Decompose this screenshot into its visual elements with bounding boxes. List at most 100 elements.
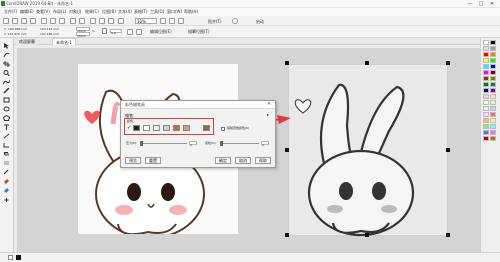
menu-edit[interactable]: 编辑(E) [20, 9, 34, 15]
selection-handle-top-left[interactable] [285, 61, 289, 65]
dialog-expand-icon[interactable]: ▸ [267, 112, 269, 117]
keep-original-checkbox[interactable] [221, 127, 225, 131]
menu-object[interactable]: 对象(J) [69, 9, 81, 15]
transparency-tool-icon[interactable] [3, 160, 10, 166]
menu-file[interactable]: 文件(F) [4, 9, 17, 15]
redo-icon[interactable] [79, 18, 85, 24]
palette-swatch[interactable] [490, 118, 496, 123]
palette-swatch[interactable] [490, 88, 496, 93]
palette-swatch[interactable] [490, 58, 496, 63]
rotation-field[interactable]: 0.0 [110, 29, 122, 35]
paste-icon[interactable] [59, 18, 65, 24]
cut-icon[interactable] [41, 18, 47, 24]
preview-button[interactable]: 预览 [125, 157, 141, 164]
palette-swatch[interactable] [490, 82, 496, 87]
palette-swatch[interactable] [483, 70, 489, 75]
options-gear-icon[interactable] [232, 18, 238, 24]
palette-swatch[interactable] [490, 124, 496, 129]
pressure-slider-track[interactable] [141, 143, 187, 144]
menu-layout[interactable]: 布局(L) [53, 9, 66, 15]
ok-button[interactable]: 确定 [215, 157, 231, 164]
edit-bitmap-button[interactable]: 编辑位图(E) [150, 29, 172, 35]
menu-text[interactable]: 文本(X) [118, 9, 132, 15]
palette-swatch[interactable] [483, 40, 489, 45]
connector-tool-icon[interactable] [3, 142, 10, 148]
mirror-horizontal-icon[interactable] [127, 29, 133, 35]
search-icon[interactable] [90, 18, 96, 24]
outline-slider-track[interactable] [221, 143, 259, 144]
palette-swatch[interactable] [490, 100, 496, 105]
palette-swatch[interactable] [483, 124, 489, 129]
text-tool-icon[interactable] [3, 124, 10, 130]
reset-button[interactable]: 重置 [145, 157, 161, 164]
pdf-icon[interactable] [118, 18, 124, 24]
open-folder-icon[interactable] [12, 18, 18, 24]
rectangle-tool-icon[interactable] [3, 97, 10, 103]
dialog-close-icon[interactable]: ✕ [267, 101, 271, 107]
copy-icon[interactable] [50, 18, 56, 24]
crop-tool-icon[interactable] [3, 61, 10, 67]
color-chip-2[interactable] [143, 125, 150, 131]
pressure-input[interactable]: 0 [189, 141, 197, 147]
y-position-field[interactable]: Y: 132.478 mm [4, 32, 27, 36]
snap-to-menu[interactable]: 贴齐(T) [208, 19, 222, 25]
palette-swatch[interactable] [483, 46, 489, 51]
selection-handle-right[interactable] [446, 148, 450, 152]
zoom-tool-icon[interactable] [3, 70, 10, 76]
menu-help[interactable]: 帮助(H) [184, 9, 198, 15]
parallel-dimension-icon[interactable] [3, 133, 10, 139]
lock-ratio-icon[interactable] [102, 28, 107, 34]
undo-icon[interactable] [70, 18, 76, 24]
pressure-slider-thumb[interactable] [140, 141, 143, 146]
palette-swatch[interactable] [490, 106, 496, 111]
full-screen-icon[interactable] [160, 18, 166, 24]
palette-swatch[interactable] [483, 94, 489, 99]
palette-swatch[interactable] [490, 46, 496, 51]
palette-swatch[interactable] [490, 40, 496, 45]
selection-handle-left[interactable] [285, 148, 289, 152]
palette-swatch[interactable] [483, 64, 489, 69]
add-tool-icon[interactable] [3, 197, 10, 203]
color-chip-7[interactable] [203, 125, 210, 131]
palette-swatch[interactable] [483, 106, 489, 111]
color-chip-4[interactable] [163, 125, 170, 131]
palette-swatch[interactable] [483, 118, 489, 123]
palette-swatch[interactable] [490, 130, 496, 135]
ellipse-tool-icon[interactable] [3, 106, 10, 112]
show-grid-icon[interactable] [178, 18, 184, 24]
color-chip-1[interactable] [133, 125, 140, 131]
selection-handle-top-right[interactable] [446, 61, 450, 65]
palette-swatch[interactable] [483, 58, 489, 63]
selection-handle-top[interactable] [365, 61, 369, 65]
zoom-level-select[interactable]: 10% [135, 18, 157, 24]
palette-swatch[interactable] [483, 100, 489, 105]
trace-bitmap-button[interactable]: 描摹位图(T) [188, 29, 210, 35]
palette-swatch[interactable] [483, 88, 489, 93]
menu-window[interactable]: 窗口(W) [167, 9, 182, 15]
palette-swatch[interactable] [483, 136, 489, 141]
show-rulers-icon[interactable] [169, 18, 175, 24]
menu-view[interactable]: 查看(V) [36, 9, 50, 15]
launch-menu[interactable]: 启动 [256, 19, 264, 25]
freehand-tool-icon[interactable] [3, 79, 10, 85]
selection-handle-bottom-right[interactable] [446, 233, 450, 237]
height-field[interactable]: 102.486 mm [40, 32, 59, 36]
print-icon[interactable] [30, 18, 36, 24]
palette-swatch[interactable] [483, 82, 489, 87]
palette-swatch[interactable] [490, 112, 496, 117]
tab-welcome-screen[interactable]: 欢迎屏幕 [16, 38, 38, 45]
color-chip-5[interactable] [173, 125, 180, 131]
menu-table[interactable]: 表格(T) [134, 9, 148, 15]
menu-effects[interactable]: 效果(C) [85, 9, 99, 15]
menu-tools[interactable]: 工具(O) [150, 9, 164, 15]
mirror-vertical-icon[interactable] [136, 29, 142, 35]
new-document-icon[interactable] [3, 18, 9, 24]
outline-input[interactable]: 0 [261, 141, 269, 147]
palette-swatch[interactable] [490, 70, 496, 75]
palette-swatch[interactable] [490, 64, 496, 69]
help-button[interactable]: 帮助 [255, 157, 271, 164]
artistic-media-icon[interactable] [3, 88, 10, 94]
palette-swatch[interactable] [483, 76, 489, 81]
palette-swatch[interactable] [483, 52, 489, 57]
color-chip-6[interactable] [183, 125, 190, 131]
